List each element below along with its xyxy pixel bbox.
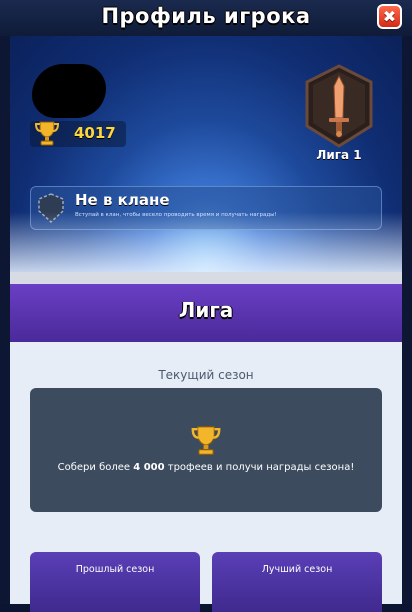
trophy-icon bbox=[34, 121, 60, 146]
profile-panel: 4017 Лига 1 Не в клане Вступай в клан, ч… bbox=[10, 36, 402, 272]
trophy-count: 4017 bbox=[74, 124, 116, 142]
clan-title: Не в клане bbox=[75, 191, 170, 209]
title-bar: Профиль игрока ✖ bbox=[0, 0, 412, 36]
best-season-card[interactable]: Лучший сезон bbox=[212, 552, 382, 612]
clan-subtitle: Вступай в клан, чтобы весело проводить в… bbox=[75, 212, 277, 218]
league-section-title: Лига bbox=[178, 298, 234, 322]
window-title: Профиль игрока bbox=[101, 4, 311, 28]
past-season-card[interactable]: Прошлый сезон bbox=[30, 552, 200, 612]
close-button[interactable]: ✖ bbox=[377, 4, 402, 29]
season-panel: Текущий сезон Собери более 4 000 трофеев… bbox=[10, 342, 402, 612]
past-season-label: Прошлый сезон bbox=[75, 564, 155, 575]
right-frame-edge bbox=[402, 0, 412, 604]
current-season-label: Текущий сезон bbox=[158, 368, 254, 382]
trophy-icon bbox=[191, 426, 221, 455]
season-goal-prefix: Собери более bbox=[57, 462, 134, 473]
season-goal-amount: 4 000 bbox=[133, 462, 165, 473]
season-goal-text: Собери более 4 000 трофеев и получи нагр… bbox=[30, 462, 382, 473]
player-name-redacted bbox=[32, 64, 106, 118]
trophy-counter: 4017 bbox=[30, 121, 126, 147]
league-section-header: Лига bbox=[10, 284, 402, 342]
season-goal-suffix: трофеев и получи награды сезона! bbox=[164, 462, 355, 473]
empty-clan-shield-icon bbox=[38, 193, 64, 223]
sword-shield-icon[interactable] bbox=[303, 64, 375, 148]
clan-status-box[interactable]: Не в клане Вступай в клан, чтобы весело … bbox=[30, 186, 382, 230]
left-frame-edge bbox=[0, 0, 10, 604]
close-icon: ✖ bbox=[382, 6, 397, 26]
current-season-card: Собери более 4 000 трофеев и получи нагр… bbox=[30, 388, 382, 512]
best-season-label: Лучший сезон bbox=[261, 564, 333, 575]
section-divider bbox=[10, 272, 402, 284]
league-label: Лига 1 bbox=[316, 148, 362, 162]
